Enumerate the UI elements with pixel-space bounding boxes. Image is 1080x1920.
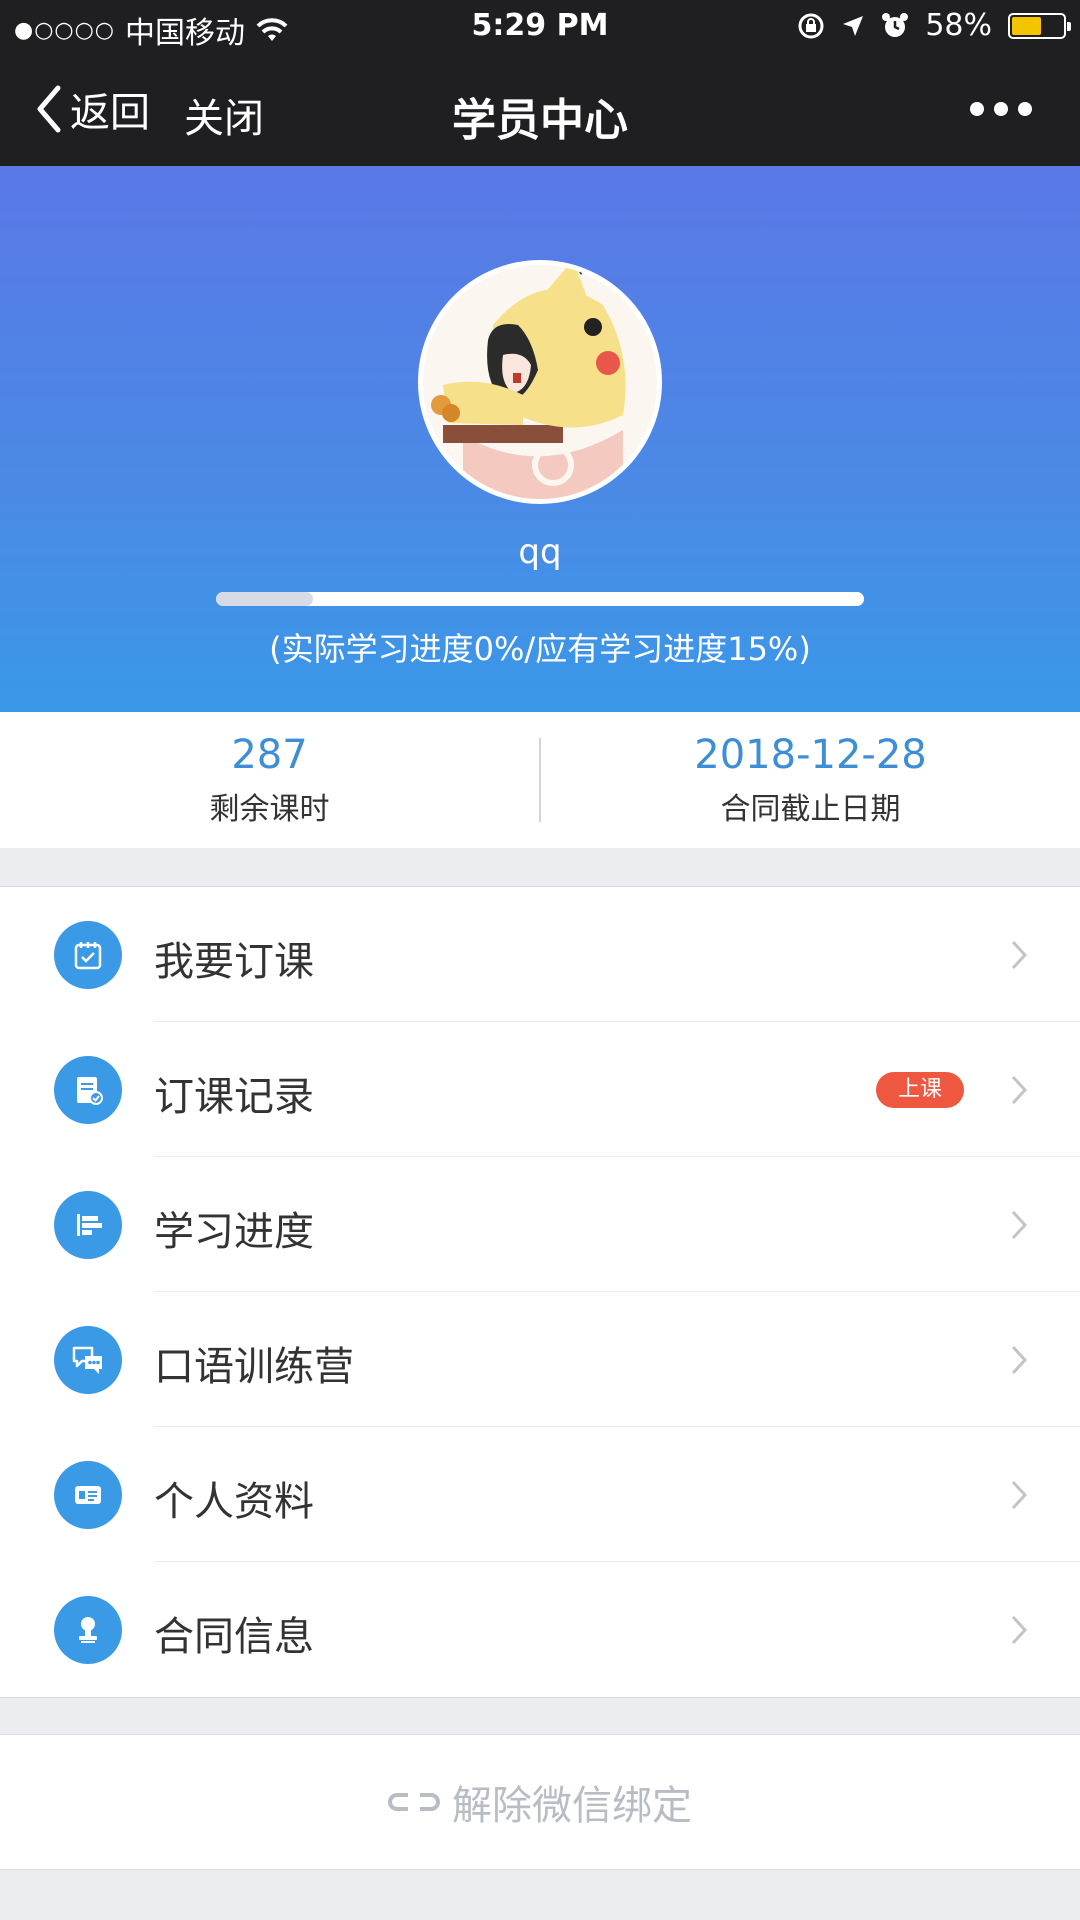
document-check-icon [54, 1056, 122, 1124]
menu-item-contract-info[interactable]: 合同信息 [0, 1562, 1080, 1697]
menu-item-learning-progress[interactable]: 学习进度 [0, 1157, 1080, 1292]
username: qq [518, 532, 562, 572]
more-options-button[interactable] [970, 102, 1032, 116]
learning-progress-bar [216, 592, 864, 606]
contract-deadline-label: 合同截止日期 [720, 792, 901, 827]
avatar[interactable] [418, 260, 662, 504]
location-arrow-icon [843, 15, 864, 36]
chevron-right-icon [1011, 1345, 1028, 1375]
menu-item-book-class[interactable]: 我要订课 [0, 887, 1080, 1022]
navigation-bar: 返回 关闭 学员中心 [0, 54, 1080, 166]
menu-label: 我要订课 [154, 939, 314, 985]
chat-bubbles-icon [54, 1326, 122, 1394]
class-status-badge: 上课 [875, 1072, 964, 1108]
progress-bars-icon [54, 1191, 122, 1259]
battery-percent: 58% [925, 8, 992, 43]
stamp-icon [54, 1596, 122, 1664]
calendar-check-icon [54, 921, 122, 989]
remaining-hours-value: 287 [231, 732, 308, 778]
menu-label: 学习进度 [154, 1209, 314, 1255]
id-card-icon [54, 1461, 122, 1529]
unbind-wechat-button[interactable]: 解除微信绑定 [0, 1734, 1080, 1870]
menu-list: 我要订课 订课记录 上课 学习进度 口语训练营 个人资料 合同信息 [0, 886, 1080, 1698]
menu-item-booking-records[interactable]: 订课记录 上课 [0, 1022, 1080, 1157]
contract-deadline-stat: 2018-12-28 合同截止日期 [541, 712, 1080, 848]
more-dot [970, 102, 984, 116]
alarm-icon [882, 12, 909, 37]
menu-label: 订课记录 [154, 1074, 314, 1120]
chevron-right-icon [1011, 1480, 1028, 1510]
unlink-icon [388, 1793, 440, 1811]
avatar-illustration [423, 265, 657, 499]
expected-progress-fill [216, 592, 314, 606]
menu-label: 个人资料 [154, 1479, 314, 1525]
remaining-hours-stat: 287 剩余课时 [0, 712, 539, 848]
unbind-label: 解除微信绑定 [452, 1783, 692, 1829]
remaining-hours-label: 剩余课时 [209, 792, 330, 827]
menu-item-speaking-camp[interactable]: 口语训练营 [0, 1292, 1080, 1427]
progress-caption: (实际学习进度0%/应有学习进度15%) [269, 630, 811, 668]
page-title: 学员中心 [452, 95, 628, 146]
battery-icon [1008, 12, 1071, 39]
status-right: 58% [797, 8, 1071, 43]
more-dot [1018, 102, 1032, 116]
chevron-right-icon [1011, 940, 1028, 970]
menu-label: 合同信息 [154, 1614, 314, 1660]
chevron-right-icon [1011, 1075, 1028, 1105]
chevron-right-icon [1011, 1210, 1028, 1240]
menu-item-personal-info[interactable]: 个人资料 [0, 1427, 1080, 1562]
rotation-lock-icon [798, 13, 824, 38]
chevron-right-icon [1011, 1615, 1028, 1645]
menu-label: 口语训练营 [154, 1344, 354, 1390]
profile-header: qq (实际学习进度0%/应有学习进度15%) [0, 166, 1080, 712]
status-bar: ●○○○○ 中国移动 5:29 PM 58% [0, 0, 1080, 54]
contract-deadline-value: 2018-12-28 [694, 732, 927, 778]
more-dot [994, 102, 1008, 116]
stats-panel: 287 剩余课时 2018-12-28 合同截止日期 [0, 712, 1080, 848]
battery-level-fill [1012, 16, 1041, 35]
